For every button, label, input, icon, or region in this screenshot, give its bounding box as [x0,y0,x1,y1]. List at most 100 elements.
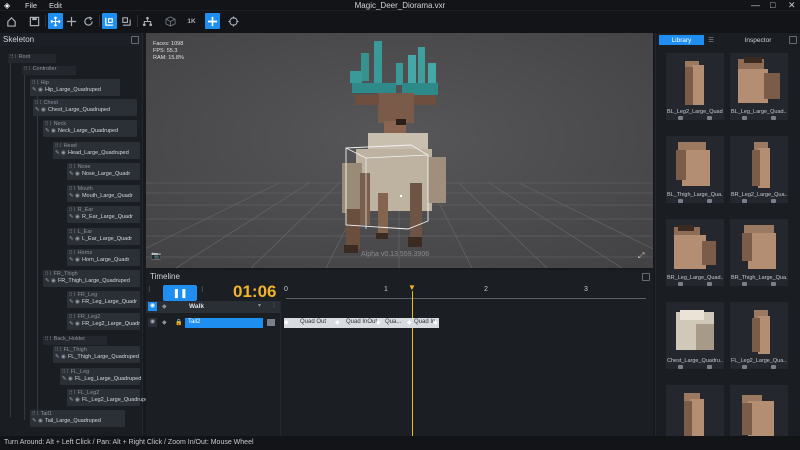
library-panel: Library ☰ Inspector BL_Leg2_Large_Quad..… [655,33,800,437]
cube-icon[interactable] [163,13,178,29]
list-icon[interactable]: ☰ [706,35,716,45]
tab-library[interactable]: Library [659,35,704,45]
playhead-handle-icon[interactable]: ▼ [408,283,418,292]
next-frame-button[interactable]: ⁝ [201,285,211,298]
3d-viewport[interactable]: Faces: 1098 FPS: 55.3 RAM: 15.8% Alpha v… [146,33,653,268]
track-walk-header[interactable]: ◉ ◆ Walk ▾ ⋮ [146,301,280,313]
link-mode-icon[interactable] [102,13,117,29]
track-color-swatch[interactable] [267,319,275,326]
keyframe-icon[interactable]: ◆ [433,319,438,326]
track-name-walk: Walk [189,303,204,310]
tab-inspector[interactable]: Inspector [720,35,796,45]
tree-node-nose[interactable]: ⁝⁝ ⁞ Nose ✎ ◉ Nose_Large_Quadr [67,163,140,180]
tree-node-chest[interactable]: ⁝⁝ ⁞ Chest ✎ ◉ Chest_Large_Quadruped [33,99,137,116]
keyframe-icon[interactable]: ◆ [335,319,340,326]
link-add-icon[interactable] [119,13,134,29]
tree-node-fr-leg2[interactable]: ⁝⁝ ⁞ FR_Leg2 ✎ ◉ FR_Leg2_Large_Quadr [67,313,140,330]
model-thumbnail [738,57,780,103]
tree-node-fl-leg2[interactable]: ⁝⁝ ⁞ FL_Leg2 ✎ ◉ FL_Leg2_Large_Quadruped [67,389,151,406]
keyframe-icon[interactable]: ◆ [162,303,167,310]
more-icon[interactable]: ⋮ [271,302,277,309]
key-ease-1[interactable]: Quad InOut [346,319,377,325]
model-thumbnail [684,393,704,437]
skeleton-panel-header: Skeleton [0,33,142,46]
library-item[interactable]: BL_Thigh_Large_Qua... [666,136,724,203]
tree-node-controller[interactable]: ⁝⁝ ⁞ Controller [22,66,76,75]
version-watermark: Alpha v0.13.559.3906 [361,251,430,258]
item-label: Chest_Large_Quadru... [667,358,723,364]
minimize-button[interactable]: — [751,0,760,10]
divider [280,301,281,436]
lock-icon[interactable]: 🔒 [175,319,182,326]
hierarchy-icon[interactable] [140,13,155,29]
camera-icon[interactable]: 📷 [151,251,161,260]
tree-node-back-holder[interactable]: ⁝⁝ ⁞ Back_Holder [43,336,107,345]
library-item[interactable]: BR_Thigh_Large_Qua... [730,219,788,286]
menu-bar: ◈ File Edit Magic_Deer_Diorama.vxr — □ ✕ [0,0,800,11]
prev-frame-button[interactable]: ⁝ [148,285,158,298]
close-button[interactable]: ✕ [788,0,796,11]
library-item[interactable] [666,385,724,437]
app-logo-icon[interactable]: ◈ [4,1,10,10]
keyframe-icon[interactable]: ◆ [284,319,289,326]
track-name-tail2[interactable]: Tail2 [185,318,263,328]
render-stats: Faces: 1098 FPS: 55.3 RAM: 15.8% [153,41,184,62]
library-item[interactable]: BL_Leg_Large_Quad... [730,53,788,120]
tree-node-fr-leg[interactable]: ⁝⁝ ⁞ FR_Leg ✎ ◉ FR_Leg_Large_Quadr [67,291,140,308]
tree-node-fl-thigh[interactable]: ⁝⁝ ⁞ FL_Thigh ✎ ◉ FL_Thigh_Large_Quadruped [53,346,140,363]
item-label: BR_Leg_Large_Quad... [667,275,723,281]
save-icon[interactable] [27,13,42,29]
tail2-curve-track[interactable]: ◆ Quad Out ◆ Quad InOut ◆ Qua... ◆ Quad … [284,318,439,328]
key-ease-0[interactable]: Quad Out [300,319,326,325]
rotate-icon[interactable] [81,13,96,29]
select-move-icon[interactable] [48,13,63,29]
keyframe-icon[interactable]: ◆ [407,319,412,326]
viewport-scene [146,33,653,268]
keyframe-icon[interactable]: ◆ [376,319,381,326]
tree-node-tail1[interactable]: ⁝⁝ ⁞ Tail1 ✎ ◉ Tail_Large_Quadruped [30,410,125,427]
menu-file[interactable]: File [25,1,37,10]
tree-node-horns[interactable]: ⁝⁝ ⁞ Horns ✎ ◉ Horn_Large_Quadr [67,249,140,266]
library-item[interactable]: FL_Leg2_Large_Qua... [730,302,788,369]
library-item[interactable] [730,385,788,437]
dropdown-icon[interactable]: ▾ [258,302,261,309]
tree-node-neck[interactable]: ⁝⁝ ⁞ Neck ✎ ◉ Neck_Large_Quadruped [43,120,137,137]
ruler-ticks [286,296,646,299]
tree-line [24,75,25,420]
tree-node-root[interactable]: ⁝⁝ ⁞ Root [8,54,56,63]
library-item[interactable]: Chest_Large_Quadru... [666,302,724,369]
tree-node-mouth[interactable]: ⁝⁝ ⁞ Mouth ✎ ◉ Mouth_Large_Quadr [67,185,140,202]
tree-node-hip[interactable]: ⁝⁝ ⁞ Hip ✎ ◉ Hip_Large_Quadruped [30,79,120,96]
resolution-1k-button[interactable]: 1K [184,13,199,29]
panel-maximize-icon[interactable] [789,36,797,44]
ruler-label-3: 3 [584,286,588,293]
fullscreen-icon[interactable]: ⤢ [638,251,644,261]
item-label: FL_Leg2_Large_Qua... [731,358,787,364]
tree-node-fr-thigh[interactable]: ⁝⁝ ⁞ FR_Thigh ✎ ◉ FR_Thigh_Large_Quadruped [43,270,140,287]
add-joint-icon[interactable] [205,13,220,29]
library-item[interactable]: BL_Leg2_Large_Quad... [666,53,724,120]
tree-node-fl-leg[interactable]: ⁝⁝ ⁞ FL_Leg ✎ ◉ FL_Leg_Large_Quadruped [60,368,141,385]
timeline-ruler[interactable]: 0 1 2 3 [280,283,653,302]
item-label: BL_Leg2_Large_Quad... [667,109,723,115]
key-ease-2[interactable]: Qua... [385,319,401,325]
tree-node-l-ear[interactable]: ⁝⁝ ⁞ L_Ear ✎ ◉ L_Ear_Large_Quadr [67,228,140,245]
track-tail2-header[interactable]: ◉ ◆ 🔒 Tail2 [146,317,280,329]
ruler-label-2: 2 [484,286,488,293]
pause-button[interactable]: ❚❚ [163,285,197,301]
tree-node-r-ear[interactable]: ⁝⁝ ⁞ R_Ear ✎ ◉ R_Ear_Large_Quadr [67,206,140,223]
maximize-button[interactable]: □ [770,0,775,10]
target-icon[interactable] [226,13,241,29]
move-icon[interactable] [64,13,79,29]
eye-icon[interactable]: ◉ [148,302,157,311]
library-item[interactable]: BR_Leg2_Large_Qua... [730,136,788,203]
eye-icon[interactable]: ◉ [148,318,157,327]
keyframe-icon[interactable]: ◆ [162,319,167,326]
library-item[interactable]: BR_Leg_Large_Quad... [666,219,724,286]
tree-node-head[interactable]: ⁝⁝ ⁞ Head ✎ ◉ Head_Large_Quadruped [53,142,140,159]
menu-edit[interactable]: Edit [49,1,62,10]
model-thumbnail [752,142,770,188]
panel-maximize-icon[interactable] [131,36,139,44]
panel-maximize-icon[interactable] [642,273,650,281]
home-icon[interactable] [4,13,19,29]
